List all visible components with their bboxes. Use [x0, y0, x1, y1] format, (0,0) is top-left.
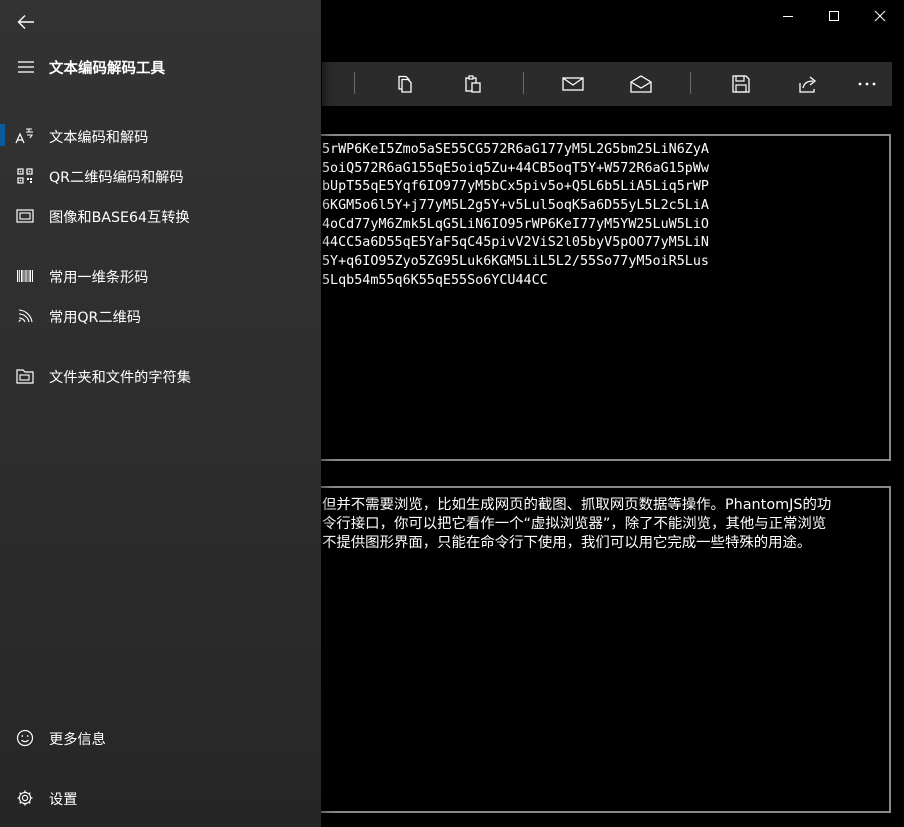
close-window-button[interactable]: [857, 0, 903, 32]
folder-icon: [14, 366, 36, 386]
encoded-text-line: 5Lqb54m55q6K55qE55So6YCU44CC: [322, 273, 548, 288]
open-mail-button[interactable]: [616, 62, 666, 106]
encoded-text-box[interactable]: 5rWP6KeI5Zmo5aSE55CG572R6aG177yM5L2G5bm2…: [312, 134, 891, 461]
nav-item-qr-encoding[interactable]: QR二维码编码和解码: [0, 156, 321, 196]
barcode-icon: [14, 266, 36, 286]
menu-toggle-button[interactable]: [6, 50, 46, 84]
decoded-text-line: 但并不需要浏览，比如生成网页的截图、抓取网页数据等操作。PhantomJS的功: [322, 497, 832, 513]
back-button[interactable]: [6, 4, 46, 40]
hamburger-icon: [18, 61, 34, 73]
mail-open-icon: [630, 75, 652, 93]
nav-item-common-qr[interactable]: 常用QR二维码: [0, 296, 321, 336]
copy-icon: [398, 75, 412, 93]
maximize-icon: [829, 11, 839, 21]
encoded-text-line: bUpT55qE5Yqf6IO977yM5bCx5piv5o+Q5L6b5LiA…: [322, 179, 709, 194]
smiley-icon: [14, 728, 36, 748]
minimize-button[interactable]: [765, 0, 811, 32]
toolbar-separator: [354, 72, 355, 94]
encoded-text-line: 4oCd77yM6Zmk5LqG5LiN6IO95rWP6KeI77yM5YW2…: [322, 217, 709, 232]
arrow-left-icon: [17, 15, 34, 29]
maximize-button[interactable]: [811, 0, 857, 32]
minimize-icon: [783, 16, 793, 17]
selection-indicator: [0, 124, 5, 146]
nav-item-image-base64[interactable]: 图像和BASE64互转换: [0, 196, 321, 236]
close-icon: [874, 10, 886, 22]
wireless-signal-icon: [14, 306, 36, 326]
gear-icon: [14, 788, 36, 808]
navigation-pane: 文本编码解码工具 文本编码和解码 QR二维码编码和解码 图像和BASE64互转换…: [0, 0, 321, 827]
share-icon: [799, 76, 817, 93]
qr-code-icon: [14, 166, 36, 186]
image-icon: [14, 206, 36, 226]
decoded-text-line: 不提供图形界面，只能在命令行下使用，我们可以用它完成一些特殊的用途。: [322, 535, 812, 551]
nav-item-label: 文本编码和解码: [49, 130, 149, 146]
more-options-button[interactable]: [842, 62, 892, 106]
save-icon: [732, 75, 750, 93]
font-encoding-icon: [14, 126, 36, 146]
nav-item-more-info[interactable]: 更多信息: [0, 718, 321, 758]
encoded-text-line: 44CC5a6D55qE5YaF5qC45pivV2ViS2l05byV5pOO…: [322, 235, 709, 250]
nav-item-settings[interactable]: 设置: [0, 778, 321, 818]
mail-icon: [562, 77, 584, 91]
encoded-text-line: 6KGM5o6l5Y+j77yM5L2g5Y+v5Lul5oqK5a6D55yL…: [322, 198, 709, 213]
toolbar-separator: [523, 72, 524, 94]
nav-item-label: QR二维码编码和解码: [49, 170, 184, 186]
encoded-text-line: 5oiQ572R6aG155qE5oiq5Zu+44CB5oqT5Y+W572R…: [322, 161, 709, 176]
nav-item-label: 常用一维条形码: [49, 270, 149, 286]
nav-item-label: 常用QR二维码: [49, 310, 141, 326]
decoded-text-box[interactable]: 但并不需要浏览，比如生成网页的截图、抓取网页数据等操作。PhantomJS的功 …: [312, 486, 891, 813]
send-mail-button[interactable]: [548, 62, 598, 106]
nav-item-text-encoding[interactable]: 文本编码和解码: [0, 116, 321, 156]
toolbar-separator: [690, 72, 691, 94]
more-icon: [858, 82, 876, 86]
copy-button[interactable]: [380, 62, 430, 106]
encoded-text-line: 5Y+q6IO95Zyo5ZG95Luk6KGM5LiL5L2/55So77yM…: [322, 254, 709, 269]
command-bar: [322, 62, 892, 106]
nav-item-file-charset[interactable]: 文件夹和文件的字符集: [0, 356, 321, 396]
app-title: 文本编码解码工具: [49, 61, 165, 77]
nav-item-label: 更多信息: [49, 732, 106, 748]
decoded-text-line: 令行接口，你可以把它看作一个“虚拟浏览器”，除了不能浏览，其他与正常浏览: [322, 516, 827, 532]
share-button[interactable]: [783, 62, 833, 106]
nav-item-label: 图像和BASE64互转换: [49, 210, 190, 226]
encoded-text-line: 5rWP6KeI5Zmo5aSE55CG572R6aG177yM5L2G5bm2…: [322, 142, 709, 157]
nav-item-barcode[interactable]: 常用一维条形码: [0, 256, 321, 296]
save-button[interactable]: [716, 62, 766, 106]
paste-button[interactable]: [448, 62, 498, 106]
paste-icon: [465, 75, 481, 93]
nav-item-label: 设置: [49, 792, 78, 808]
nav-item-label: 文件夹和文件的字符集: [49, 370, 191, 386]
